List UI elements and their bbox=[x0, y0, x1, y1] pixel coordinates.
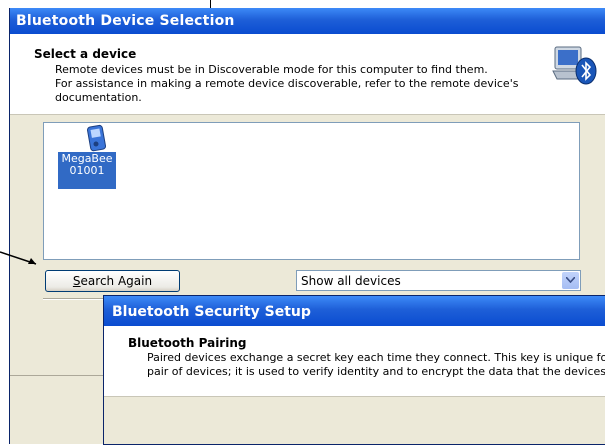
annotation-arrow-icon bbox=[0, 251, 37, 265]
device-selection-title: Bluetooth Device Selection bbox=[16, 13, 235, 29]
search-button-accesskey: S bbox=[72, 274, 81, 288]
security-setup-window: Bluetooth Security Setup Bluetooth Pairi… bbox=[103, 295, 605, 445]
security-setup-title: Bluetooth Security Setup bbox=[112, 304, 311, 320]
search-again-button[interactable]: Search Again bbox=[45, 270, 180, 292]
pairing-line-2: pair of devices; it is used to verify id… bbox=[147, 365, 605, 378]
security-setup-header: Bluetooth Pairing Paired devices exchang… bbox=[104, 326, 605, 397]
chevron-down-icon[interactable] bbox=[562, 272, 579, 289]
device-item-megabee[interactable]: MegaBee 01001 bbox=[58, 124, 116, 189]
header-line-1: Remote devices must be in Discoverable m… bbox=[55, 63, 488, 76]
device-filter-value: Show all devices bbox=[301, 274, 401, 288]
header-line-3: documentation. bbox=[55, 91, 142, 104]
search-button-label: earch Again bbox=[80, 274, 153, 288]
bluetooth-computer-icon bbox=[551, 43, 597, 89]
device-list[interactable]: MegaBee 01001 bbox=[43, 122, 580, 260]
header-title: Select a device bbox=[34, 47, 137, 61]
handheld-device-icon bbox=[86, 124, 108, 152]
security-setup-title-bar[interactable]: Bluetooth Security Setup bbox=[104, 296, 605, 326]
lower-pane-divider bbox=[10, 375, 107, 444]
device-name-line-2: 01001 bbox=[69, 164, 105, 177]
device-selection-title-bar[interactable]: Bluetooth Device Selection bbox=[10, 8, 605, 34]
annotation-line bbox=[210, 0, 211, 8]
device-filter-select[interactable]: Show all devices bbox=[296, 270, 581, 291]
pairing-line-1: Paired devices exchange a secret key eac… bbox=[147, 351, 605, 364]
device-selection-header: Select a device Remote devices must be i… bbox=[10, 34, 605, 115]
header-line-2: For assistance in making a remote device… bbox=[55, 77, 519, 90]
pairing-title: Bluetooth Pairing bbox=[128, 336, 247, 350]
